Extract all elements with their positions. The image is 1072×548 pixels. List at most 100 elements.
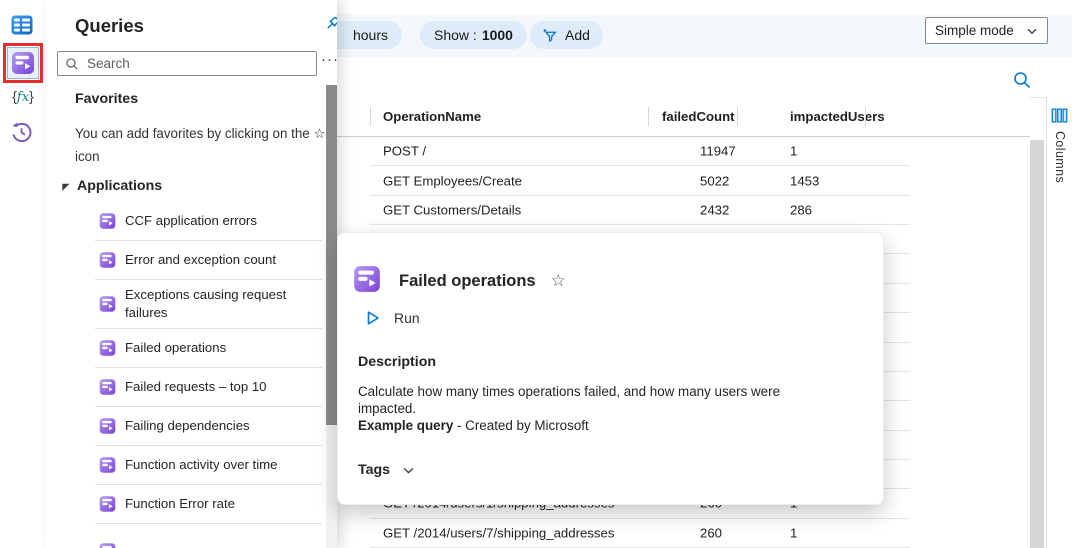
column-header-operationname[interactable]: OperationName bbox=[383, 109, 481, 124]
query-item-label: Error and exception count bbox=[125, 251, 276, 269]
query-list-item[interactable]: Error and exception count bbox=[95, 241, 322, 280]
cell-operationname: GET /2014/users/7/shipping_addresses bbox=[383, 525, 614, 540]
panel-title: Queries bbox=[75, 15, 144, 37]
show-value: 1000 bbox=[482, 21, 513, 49]
query-icon bbox=[99, 296, 116, 313]
header-divider[interactable] bbox=[865, 107, 866, 126]
cell-impactedusers: 1 bbox=[790, 525, 797, 540]
query-item-label: Failed operations bbox=[125, 339, 226, 357]
attribution-rest: - Created by Microsoft bbox=[453, 418, 588, 433]
functions-button[interactable]: {fx} bbox=[7, 88, 39, 105]
tags-section-toggle[interactable]: Tags bbox=[358, 462, 415, 478]
cell-failedcount: 260 bbox=[700, 525, 722, 540]
app-screen: hours Show : 1000 Add Simple mode bbox=[0, 0, 1072, 548]
time-range-label: hours bbox=[353, 21, 388, 49]
cell-impactedusers: 286 bbox=[790, 202, 812, 217]
pin-icon[interactable] bbox=[323, 15, 337, 33]
query-icon bbox=[99, 418, 116, 435]
add-filter-pill[interactable]: Add bbox=[530, 21, 603, 49]
tables-button[interactable] bbox=[10, 13, 34, 37]
query-list: CCF application errors Error and excepti… bbox=[46, 202, 325, 548]
group-label: Applications bbox=[77, 178, 162, 194]
query-list-item[interactable]: Failed operations bbox=[95, 329, 322, 368]
search-results-icon[interactable] bbox=[1012, 70, 1032, 90]
cell-impactedusers: 1453 bbox=[790, 173, 819, 188]
table-row[interactable]: GET /2014/users/7/shipping_addresses 260… bbox=[370, 519, 910, 548]
query-icon bbox=[99, 542, 116, 548]
add-filter-label: Add bbox=[565, 21, 590, 49]
group-expanded-icon bbox=[60, 181, 71, 192]
query-icon bbox=[99, 457, 116, 474]
query-icon bbox=[99, 496, 116, 513]
query-item-label: Exceptions causing request failures bbox=[125, 286, 318, 322]
header-divider[interactable] bbox=[648, 107, 649, 126]
run-play-icon bbox=[365, 310, 381, 326]
table-scrollbar[interactable] bbox=[1030, 140, 1044, 548]
cell-operationname: GET Employees/Create bbox=[383, 173, 522, 188]
search-input[interactable] bbox=[87, 56, 309, 71]
query-list-item[interactable]: Failed requests – top 10 bbox=[95, 368, 322, 407]
query-item-label: CCF application errors bbox=[125, 212, 257, 230]
columns-pane-tab[interactable]: Columns bbox=[1047, 97, 1072, 548]
description-heading: Description bbox=[358, 354, 436, 370]
column-header-failedcount[interactable]: failedCount bbox=[662, 109, 735, 124]
columns-icon bbox=[1051, 107, 1068, 124]
cell-failedcount: 11947 bbox=[700, 144, 736, 159]
description-text: Calculate how many times operations fail… bbox=[358, 383, 836, 434]
cell-operationname: POST / bbox=[383, 144, 426, 159]
add-filter-icon bbox=[543, 28, 558, 43]
search-icon bbox=[65, 57, 79, 71]
cell-impactedusers: 1 bbox=[790, 144, 797, 159]
tables-icon bbox=[10, 13, 34, 37]
query-item-label: Failed requests – top 10 bbox=[125, 378, 267, 396]
more-options-icon[interactable]: ··· bbox=[319, 49, 337, 74]
query-details-popup: Failed operations ☆ Run Description Calc… bbox=[337, 232, 884, 505]
favorites-heading: Favorites bbox=[75, 91, 138, 107]
group-header-applications[interactable]: Applications bbox=[60, 178, 162, 194]
query-search-box bbox=[57, 51, 317, 76]
query-item-label: Failing dependencies bbox=[125, 417, 250, 435]
panel-scrollbar[interactable] bbox=[326, 85, 337, 548]
tags-label: Tags bbox=[358, 462, 390, 478]
chevron-down-icon bbox=[1026, 25, 1038, 37]
run-label: Run bbox=[394, 310, 420, 326]
run-button[interactable]: Run bbox=[365, 310, 420, 326]
cell-failedcount: 5022 bbox=[700, 173, 729, 188]
query-icon bbox=[99, 340, 116, 357]
queries-panel: Queries ··· Favorites You can add favori… bbox=[46, 0, 337, 548]
query-list-item[interactable]: CCF application errors bbox=[95, 202, 322, 241]
columns-pane-label: Columns bbox=[1053, 131, 1067, 183]
column-header-impactedusers[interactable]: impactedUsers bbox=[790, 109, 885, 124]
header-divider bbox=[370, 107, 371, 126]
show-label: Show : bbox=[434, 21, 477, 49]
query-history-button[interactable] bbox=[10, 121, 33, 144]
panel-scrollbar-thumb[interactable] bbox=[326, 85, 337, 425]
query-list-item[interactable]: Function activity over time bbox=[95, 446, 322, 485]
attribution-bold: Example query bbox=[358, 418, 453, 433]
query-icon bbox=[99, 379, 116, 396]
header-divider[interactable] bbox=[737, 107, 738, 126]
query-icon bbox=[99, 213, 116, 230]
query-list-item[interactable]: Failing dependencies bbox=[95, 407, 322, 446]
left-rail: {fx} bbox=[0, 0, 46, 548]
query-history-icon bbox=[10, 121, 33, 144]
query-list-item[interactable] bbox=[95, 531, 322, 548]
chevron-down-icon bbox=[402, 464, 415, 477]
mode-dropdown[interactable]: Simple mode bbox=[925, 17, 1048, 44]
query-icon bbox=[353, 265, 381, 293]
queries-button[interactable] bbox=[7, 47, 39, 79]
query-item-label: Function Error rate bbox=[125, 495, 235, 513]
table-row[interactable]: POST / 11947 1 bbox=[370, 137, 910, 166]
query-list-item[interactable]: Function Error rate bbox=[95, 485, 322, 524]
query-icon bbox=[99, 252, 116, 269]
popup-title: Failed operations bbox=[399, 272, 536, 291]
cell-operationname: GET Customers/Details bbox=[383, 202, 521, 217]
functions-icon: {fx} bbox=[12, 88, 34, 105]
queries-icon bbox=[11, 51, 35, 75]
query-list-item[interactable]: Exceptions causing request failures bbox=[95, 280, 322, 329]
favorite-star-icon[interactable]: ☆ bbox=[551, 271, 566, 291]
mode-dropdown-value: Simple mode bbox=[935, 23, 1014, 38]
table-row[interactable]: GET Employees/Create 5022 1453 bbox=[370, 166, 910, 195]
table-row[interactable]: GET Customers/Details 2432 286 bbox=[370, 196, 910, 225]
show-limit-pill[interactable]: Show : 1000 bbox=[420, 21, 527, 49]
